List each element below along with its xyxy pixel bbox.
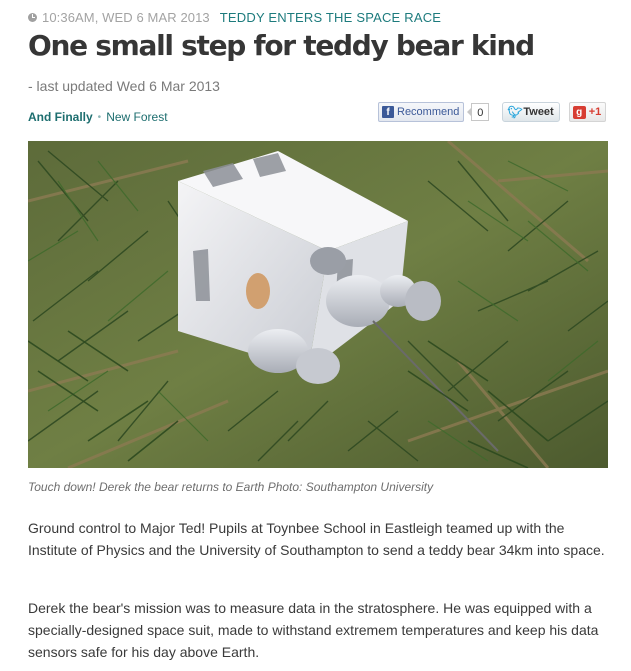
tweet-label: Tweet xyxy=(523,106,554,118)
clock-icon xyxy=(28,12,37,22)
facebook-recommend-button[interactable]: f Recommend xyxy=(378,102,465,122)
article-paragraph: Derek the bear's mission was to measure … xyxy=(28,600,599,660)
tag-link-new-forest[interactable]: New Forest xyxy=(106,110,167,124)
tweet-button[interactable]: 🐦︎ Tweet xyxy=(502,102,560,122)
google-plus-one-button[interactable]: g +1 xyxy=(568,102,607,122)
article-headline: One small step for teddy bear kind xyxy=(28,29,535,62)
article-paragraph: Ground control to Major Ted! Pupils at T… xyxy=(28,520,605,558)
facebook-icon: f xyxy=(382,106,394,118)
last-updated-text: - last updated Wed 6 Mar 2013 xyxy=(28,78,220,94)
twitter-bird-icon: 🐦︎ xyxy=(507,104,523,119)
facebook-count-badge: 0 xyxy=(467,103,490,121)
google-plus-one-label: +1 xyxy=(588,106,602,118)
tag-separator-dot: • xyxy=(97,111,102,123)
article-meta-line: 10:36AM, WED 6 MAR 2013 TEDDY ENTERS THE… xyxy=(28,7,441,27)
article-photo xyxy=(28,141,608,468)
photo-caption: Touch down! Derek the bear returns to Ea… xyxy=(28,480,434,494)
article-timestamp: 10:36AM, WED 6 MAR 2013 xyxy=(42,9,210,25)
social-share-bar: f Recommend 0 🐦︎ Tweet g +1 xyxy=(378,101,607,123)
tag-link-and-finally[interactable]: And Finally xyxy=(28,110,93,124)
facebook-recommend-label: Recommend xyxy=(397,106,460,118)
google-plus-icon: g xyxy=(572,105,586,119)
article-tags: And Finally • New Forest xyxy=(28,110,168,124)
teddy-bear-landing-photo xyxy=(28,141,608,468)
story-category-link[interactable]: TEDDY ENTERS THE SPACE RACE xyxy=(220,10,441,25)
